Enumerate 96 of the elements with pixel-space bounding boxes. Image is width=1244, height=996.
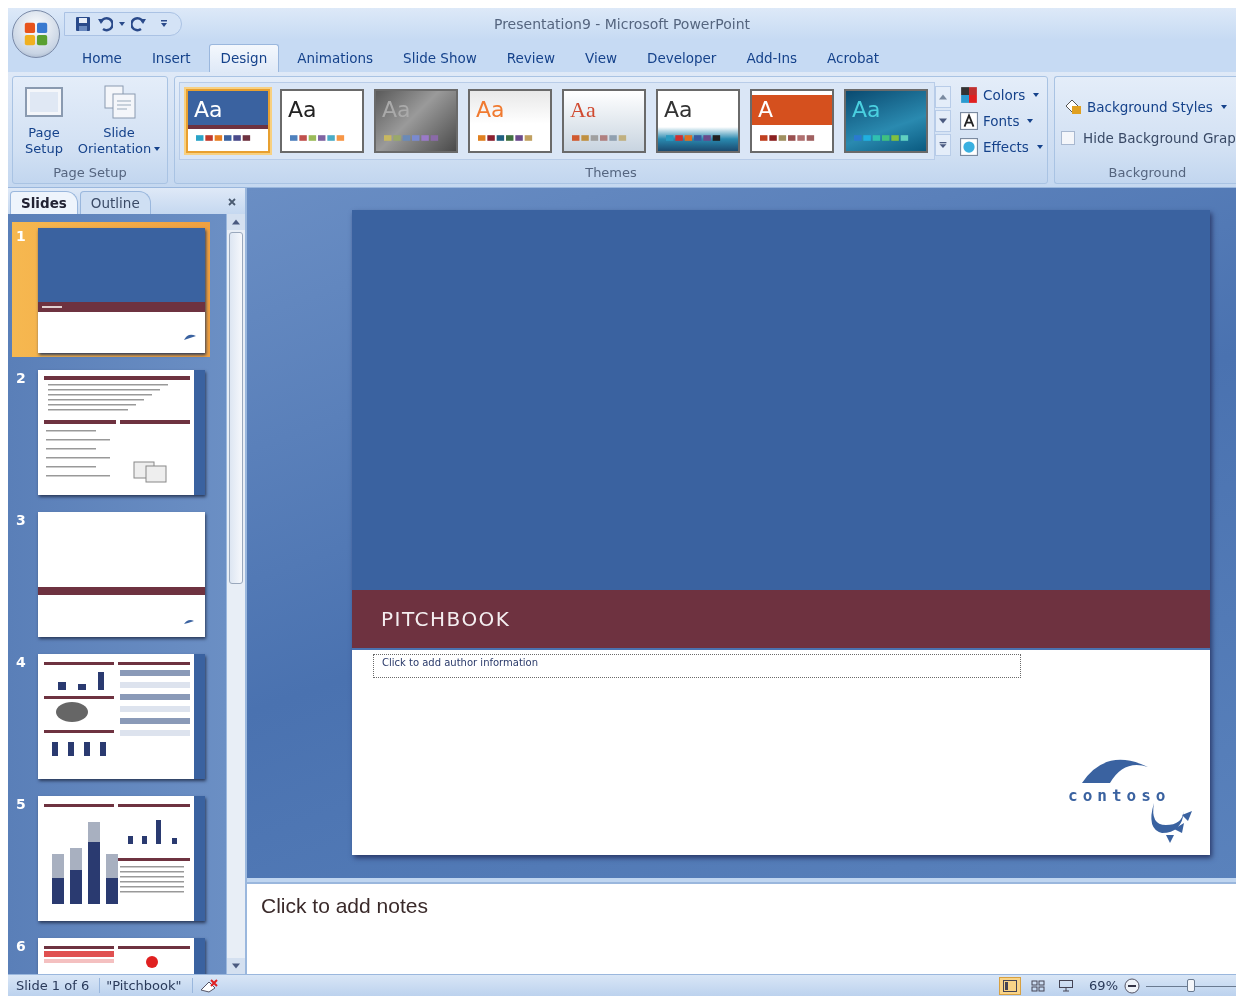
color-squares-icon	[960, 85, 978, 104]
group-label: Page Setup	[52, 164, 128, 182]
scroll-thumb[interactable]	[229, 232, 243, 584]
checkbox-label: Hide Background Grap	[1083, 129, 1236, 146]
zoom-slider[interactable]	[1146, 977, 1236, 994]
theme-sample-text: Aa	[570, 96, 596, 123]
scroll-down-button[interactable]	[227, 958, 245, 974]
theme-sample-text: Aa	[664, 96, 693, 123]
ribbon-tab[interactable]: Review	[494, 44, 567, 72]
notes-field[interactable]: Click to add notes	[247, 882, 1236, 974]
color-swatches-icon	[854, 134, 910, 141]
ribbon-tab[interactable]: Insert	[139, 44, 203, 72]
color-swatches-icon	[478, 134, 534, 141]
group-label: Themes	[584, 164, 638, 182]
scroll-up-button[interactable]	[227, 214, 245, 230]
theme-sample-text: A	[758, 96, 774, 123]
page-icon	[24, 84, 64, 119]
pane-tab[interactable]: Outline	[79, 191, 151, 214]
theme-option-button[interactable]: Colors	[957, 83, 1046, 106]
zoom-slider-thumb[interactable]	[1187, 978, 1195, 992]
ribbon-tab[interactable]: View	[572, 44, 629, 72]
ribbon-tab[interactable]: Add-Ins	[734, 44, 809, 72]
theme-sample-text: Aa	[382, 96, 411, 123]
theme-option-button[interactable]: Effects	[957, 135, 1046, 158]
checkbox[interactable]	[1061, 130, 1075, 145]
color-swatches-icon	[760, 134, 816, 141]
spell-check-icon[interactable]	[198, 977, 219, 994]
ribbon-tab[interactable]: Home	[70, 44, 134, 72]
slide-list-item[interactable]: 2	[12, 364, 210, 499]
slide-number: 2	[15, 370, 27, 386]
up-arrow-icon	[939, 93, 947, 100]
theme-thumbnail[interactable]: Aa	[280, 88, 364, 153]
caret-icon	[1033, 92, 1040, 97]
save-icon[interactable]	[75, 16, 91, 32]
ribbon-button[interactable]: Slide Orientation	[75, 82, 163, 159]
theme-sample-text: Aa	[476, 96, 505, 123]
theme-thumbnail[interactable]: Aa	[562, 88, 646, 153]
scroll-down-button[interactable]	[935, 109, 951, 132]
slide-title[interactable]: PITCHBOOK	[381, 607, 511, 631]
zoom-level[interactable]: 69%	[1089, 978, 1118, 993]
caret-icon	[1036, 144, 1043, 149]
slide-list-item[interactable]: 5	[12, 790, 210, 925]
pane-tab[interactable]: Slides	[10, 191, 78, 214]
down-arrow-icon	[232, 963, 240, 969]
ribbon-tab[interactable]: Design	[208, 44, 280, 72]
effects-icon	[960, 137, 978, 156]
slide-number: 3	[15, 512, 27, 528]
theme-sample-text: Aa	[852, 96, 881, 123]
theme-option-button[interactable]: Fonts	[957, 109, 1046, 132]
font-icon	[960, 111, 978, 130]
customize-caret-icon[interactable]	[161, 20, 167, 28]
color-swatches-icon	[384, 134, 440, 141]
caret-icon	[1027, 118, 1034, 123]
background-styles-button[interactable]: Background Styles	[1061, 95, 1230, 118]
caret-icon[interactable]	[119, 22, 125, 26]
slide-list-item[interactable]: 4	[12, 648, 210, 783]
window-title: Presentation9 - Microsoft PowerPoint	[492, 16, 751, 32]
zoom-out-icon[interactable]	[1124, 977, 1140, 994]
slide-number: 6	[15, 938, 27, 954]
slide-list-item[interactable]: 3	[12, 506, 210, 641]
down-arrow-icon	[939, 117, 947, 124]
caret-icon	[154, 147, 161, 151]
office-logo-icon	[22, 20, 50, 48]
theme-thumbnail[interactable]: Aa	[656, 88, 740, 153]
color-swatches-icon	[666, 134, 722, 141]
theme-thumbnail[interactable]: Aa	[186, 88, 270, 153]
ribbon-tab[interactable]: Animations	[285, 44, 386, 72]
up-arrow-icon	[232, 219, 240, 225]
logo: contoso	[1066, 755, 1196, 845]
redo-icon[interactable]	[131, 16, 147, 32]
ribbon-button[interactable]: Page Setup	[17, 82, 71, 159]
theme-name: "Pitchbook"	[106, 978, 193, 993]
caret-icon	[1220, 104, 1227, 109]
slide-list-item[interactable]: 6	[12, 932, 210, 974]
ribbon-tab[interactable]: Acrobat	[815, 44, 892, 72]
undo-icon[interactable]	[97, 16, 113, 32]
more-arrow-icon	[939, 141, 947, 148]
group-label: Background	[1107, 164, 1188, 182]
slide-number: 4	[15, 654, 27, 670]
theme-thumbnail[interactable]: A	[750, 88, 834, 153]
paint-bucket-icon	[1064, 97, 1082, 116]
close-icon[interactable]	[227, 197, 237, 207]
ribbon-tab[interactable]: Developer	[635, 44, 729, 72]
color-swatches-icon	[572, 134, 628, 141]
ribbon-tab[interactable]: Slide Show	[391, 44, 489, 72]
slide-number: 5	[15, 796, 27, 812]
slide-indicator: Slide 1 of 6	[16, 978, 101, 993]
color-swatches-icon	[196, 134, 252, 141]
scroll-up-button[interactable]	[935, 85, 951, 108]
slide-number: 1	[15, 228, 27, 244]
author-placeholder[interactable]: Click to add author information	[373, 654, 1021, 678]
more-button[interactable]	[935, 133, 951, 156]
view-button[interactable]	[999, 976, 1022, 995]
theme-sample-text: Aa	[288, 96, 317, 123]
theme-sample-text: Aa	[194, 96, 223, 123]
color-swatches-icon	[290, 134, 346, 141]
